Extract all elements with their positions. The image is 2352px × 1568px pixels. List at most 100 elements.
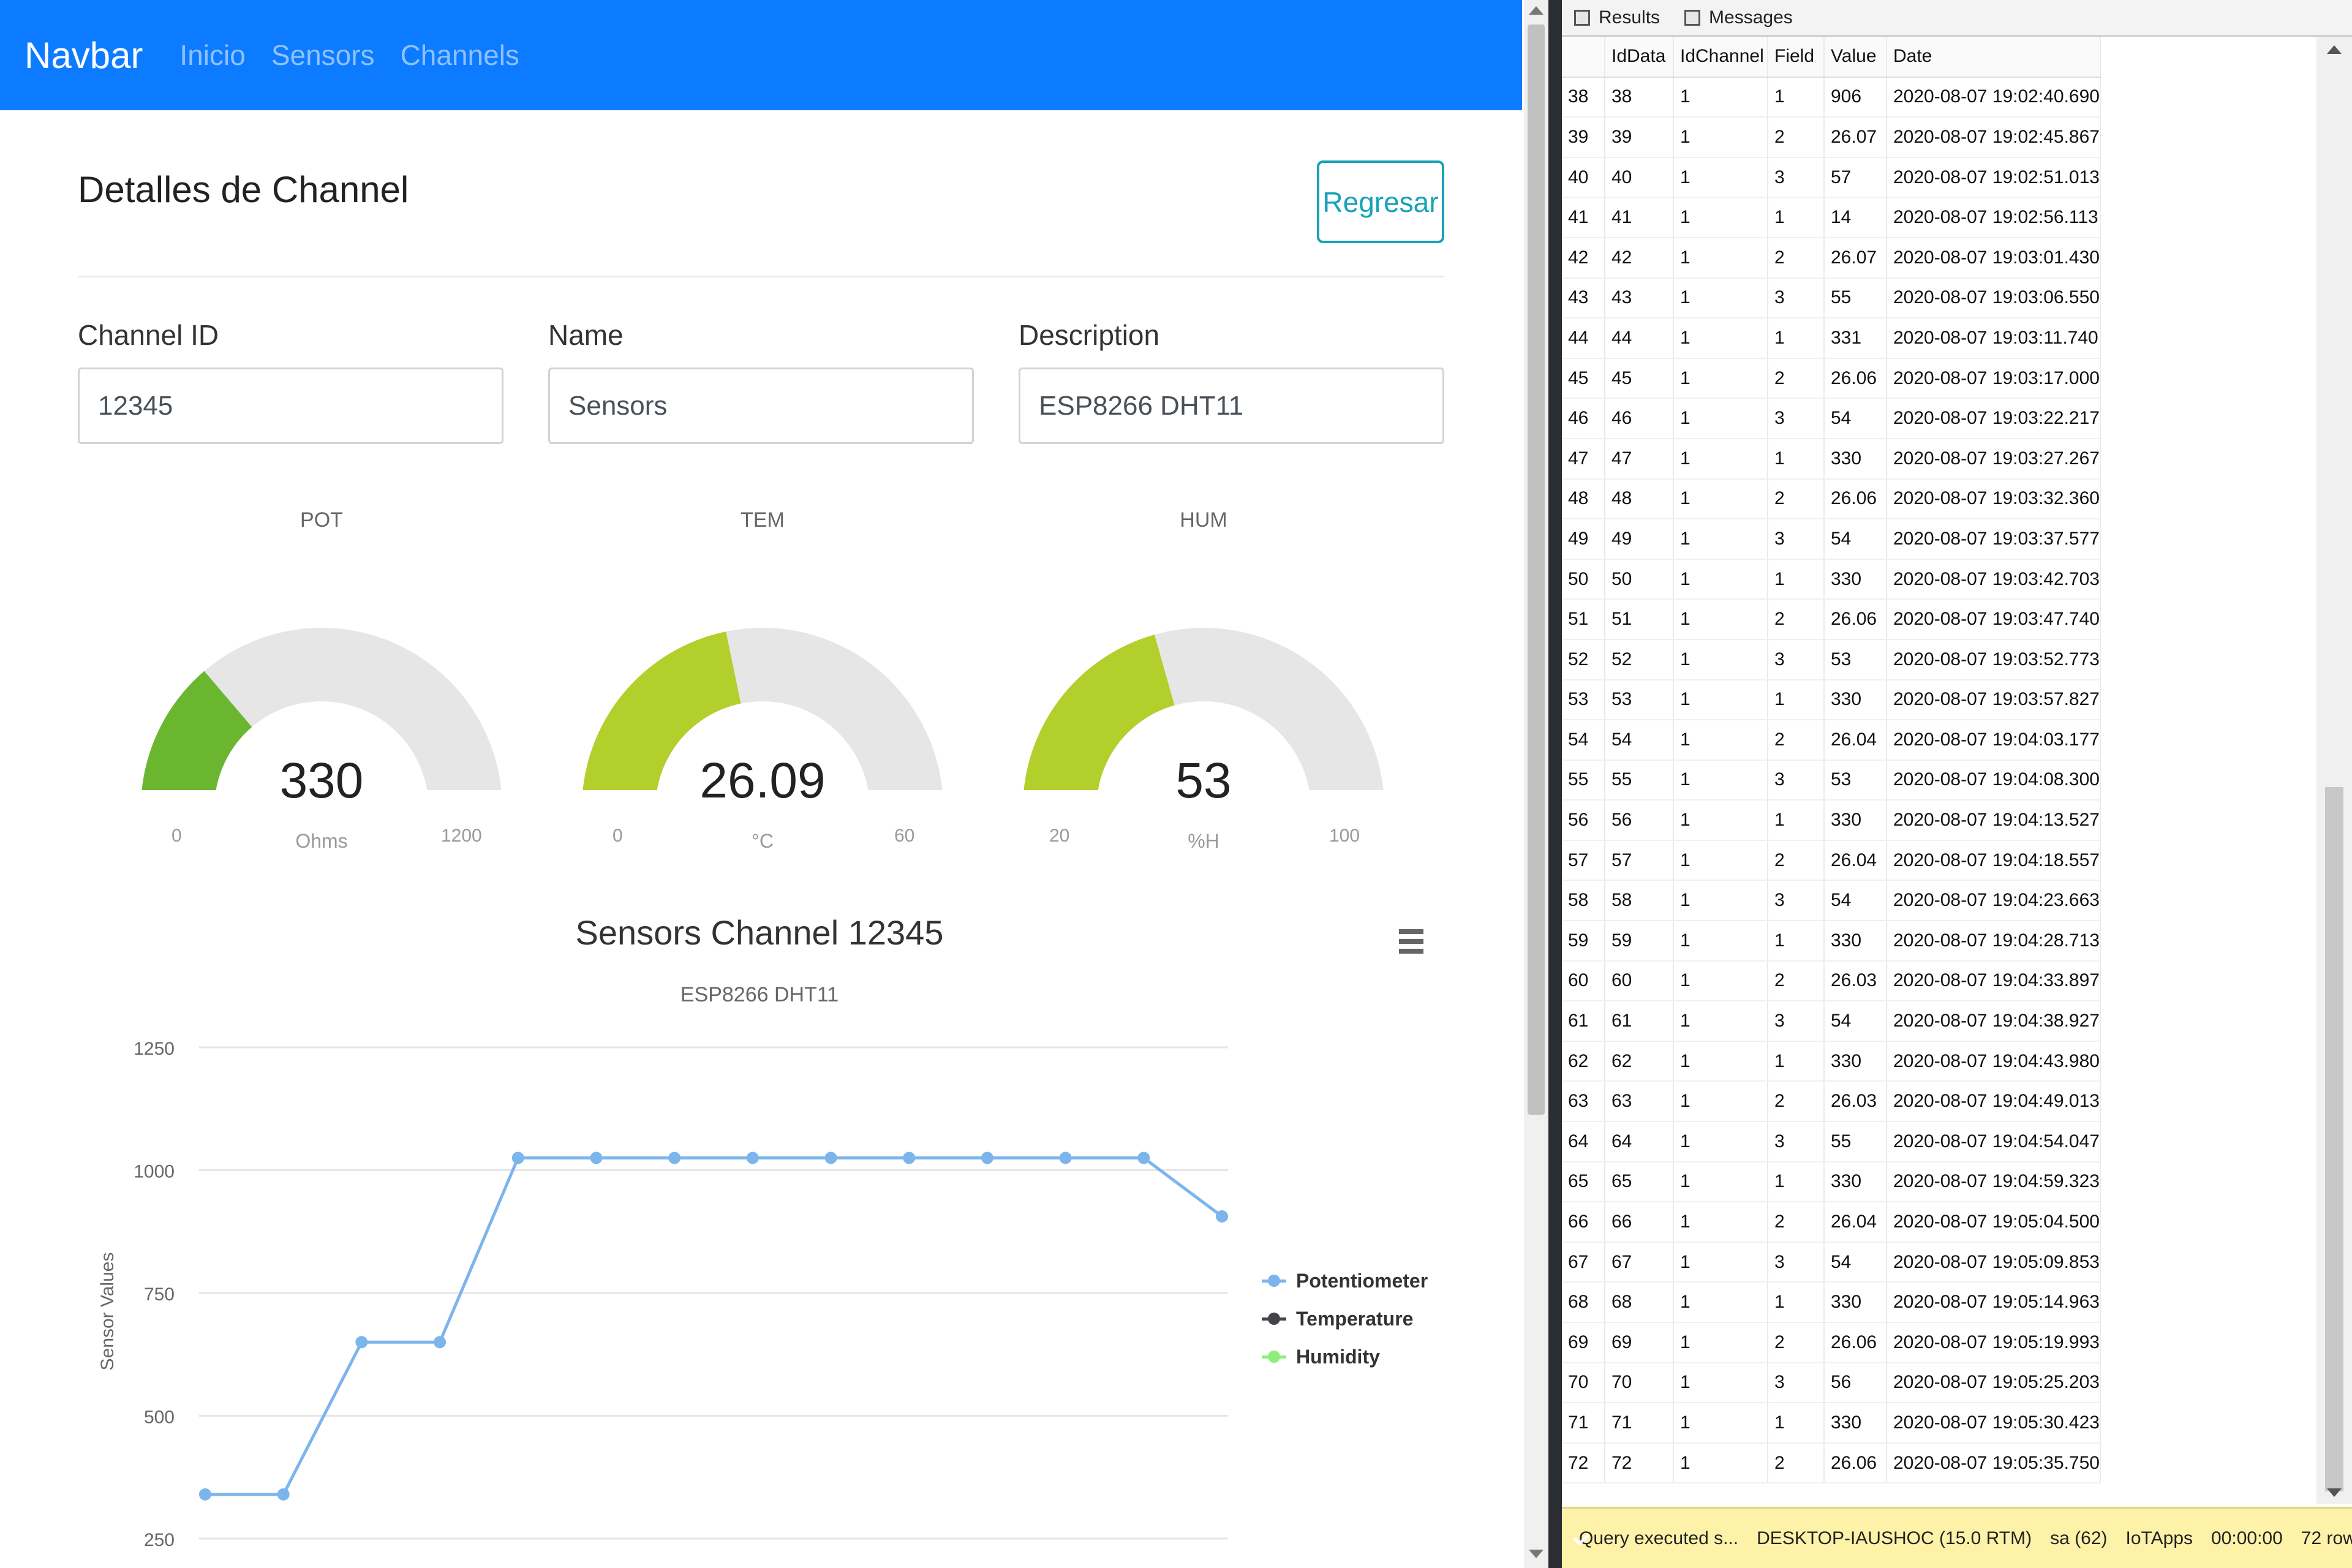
table-row[interactable]: 61 61 1 3 54 2020-08-07 19:04:38.927 [1562,1001,2101,1042]
column-header-field[interactable]: Field [1768,37,1825,78]
row-number-cell[interactable]: 68 [1562,1282,1605,1323]
field-cell[interactable]: 1 [1768,1282,1825,1323]
table-row[interactable]: 46 46 1 3 54 2020-08-07 19:03:22.217 [1562,398,2101,439]
idchannel-cell[interactable]: 1 [1673,760,1768,801]
iddata-cell[interactable]: 39 [1605,117,1674,158]
idchannel-cell[interactable]: 1 [1673,639,1768,680]
idchannel-cell[interactable]: 1 [1673,318,1768,359]
row-number-cell[interactable]: 56 [1562,800,1605,841]
field-cell[interactable]: 2 [1768,358,1825,399]
date-cell[interactable]: 2020-08-07 19:02:56.113 [1887,197,2101,238]
value-cell[interactable]: 26.04 [1824,720,1887,761]
date-cell[interactable]: 2020-08-07 19:04:23.663 [1887,880,2101,922]
nav-link-inicio[interactable]: Inicio [179,39,245,72]
value-cell[interactable]: 53 [1824,639,1887,680]
scroll-down-arrow-icon[interactable] [2327,1488,2342,1497]
row-number-cell[interactable]: 38 [1562,77,1605,118]
table-row[interactable]: 71 71 1 1 330 2020-08-07 19:05:30.423 [1562,1403,2101,1444]
iddata-cell[interactable]: 72 [1605,1442,1674,1484]
row-number-cell[interactable]: 67 [1562,1242,1605,1283]
field-cell[interactable]: 1 [1768,1041,1825,1082]
field-cell[interactable]: 1 [1768,318,1825,359]
value-cell[interactable]: 330 [1824,679,1887,721]
field-cell[interactable]: 1 [1768,921,1825,962]
column-header-rownum[interactable] [1562,37,1605,78]
row-number-cell[interactable]: 72 [1562,1442,1605,1484]
date-cell[interactable]: 2020-08-07 19:05:14.963 [1887,1282,2101,1323]
table-row[interactable]: 57 57 1 2 26.04 2020-08-07 19:04:18.557 [1562,840,2101,881]
date-cell[interactable]: 2020-08-07 19:02:40.690 [1887,77,2101,118]
iddata-cell[interactable]: 55 [1605,760,1674,801]
value-cell[interactable]: 26.06 [1824,1322,1887,1363]
field-cell[interactable]: 1 [1768,800,1825,841]
table-row[interactable]: 48 48 1 2 26.06 2020-08-07 19:03:32.360 [1562,478,2101,520]
row-number-cell[interactable]: 41 [1562,197,1605,238]
row-number-cell[interactable]: 60 [1562,960,1605,1002]
row-number-cell[interactable]: 42 [1562,237,1605,279]
iddata-cell[interactable]: 46 [1605,398,1674,439]
row-number-cell[interactable]: 51 [1562,599,1605,640]
chart-menu-icon[interactable] [1396,927,1426,956]
value-cell[interactable]: 331 [1824,318,1887,359]
field-cell[interactable]: 3 [1768,639,1825,680]
idchannel-cell[interactable]: 1 [1673,1081,1768,1123]
scroll-down-arrow-icon[interactable] [1529,1550,1544,1558]
date-cell[interactable]: 2020-08-07 19:03:57.827 [1887,679,2101,721]
table-row[interactable]: 69 69 1 2 26.06 2020-08-07 19:05:19.993 [1562,1322,2101,1363]
column-header-iddata[interactable]: IdData [1605,37,1674,78]
table-row[interactable]: 38 38 1 1 906 2020-08-07 19:02:40.690 [1562,77,2101,118]
field-cell[interactable]: 1 [1768,559,1825,600]
value-cell[interactable]: 26.04 [1824,840,1887,881]
value-cell[interactable]: 330 [1824,800,1887,841]
table-row[interactable]: 50 50 1 1 330 2020-08-07 19:03:42.703 [1562,559,2101,600]
field-cell[interactable]: 2 [1768,960,1825,1002]
date-cell[interactable]: 2020-08-07 19:03:17.000 [1887,358,2101,399]
data-point[interactable] [434,1336,447,1349]
iddata-cell[interactable]: 52 [1605,639,1674,680]
field-cell[interactable]: 2 [1768,117,1825,158]
iddata-cell[interactable]: 49 [1605,519,1674,560]
row-number-cell[interactable]: 55 [1562,760,1605,801]
channel-id-input[interactable]: 12345 [78,368,503,444]
value-cell[interactable]: 26.07 [1824,237,1887,279]
date-cell[interactable]: 2020-08-07 19:02:45.867 [1887,117,2101,158]
field-cell[interactable]: 3 [1768,1242,1825,1283]
row-number-cell[interactable]: 39 [1562,117,1605,158]
tab-messages[interactable]: Messages [1684,7,1793,28]
nav-link-channels[interactable]: Channels [401,39,519,72]
iddata-cell[interactable]: 69 [1605,1322,1674,1363]
value-cell[interactable]: 26.06 [1824,358,1887,399]
data-point[interactable] [903,1152,916,1164]
field-cell[interactable]: 1 [1768,197,1825,238]
iddata-cell[interactable]: 70 [1605,1362,1674,1404]
row-number-cell[interactable]: 53 [1562,679,1605,721]
field-cell[interactable]: 2 [1768,478,1825,520]
table-row[interactable]: 70 70 1 3 56 2020-08-07 19:05:25.203 [1562,1362,2101,1404]
field-cell[interactable]: 2 [1768,1322,1825,1363]
idchannel-cell[interactable]: 1 [1673,880,1768,922]
idchannel-cell[interactable]: 1 [1673,921,1768,962]
browser-scrollbar[interactable] [1524,0,1548,1568]
legend-item-potentiometer[interactable]: Potentiometer [1262,1262,1428,1300]
row-number-cell[interactable]: 45 [1562,358,1605,399]
idchannel-cell[interactable]: 1 [1673,398,1768,439]
idchannel-cell[interactable]: 1 [1673,720,1768,761]
value-cell[interactable]: 57 [1824,157,1887,198]
iddata-cell[interactable]: 48 [1605,478,1674,520]
idchannel-cell[interactable]: 1 [1673,1362,1768,1404]
date-cell[interactable]: 2020-08-07 19:04:54.047 [1887,1121,2101,1163]
data-point[interactable] [511,1152,524,1164]
date-cell[interactable]: 2020-08-07 19:03:52.773 [1887,639,2101,680]
data-point[interactable] [668,1152,681,1164]
value-cell[interactable]: 26.07 [1824,117,1887,158]
iddata-cell[interactable]: 61 [1605,1001,1674,1042]
field-cell[interactable]: 3 [1768,398,1825,439]
table-row[interactable]: 58 58 1 3 54 2020-08-07 19:04:23.663 [1562,880,2101,922]
field-cell[interactable]: 3 [1768,157,1825,198]
date-cell[interactable]: 2020-08-07 19:03:11.740 [1887,318,2101,359]
table-row[interactable]: 41 41 1 1 14 2020-08-07 19:02:56.113 [1562,197,2101,238]
legend-item-humidity[interactable]: Humidity [1262,1338,1428,1376]
date-cell[interactable]: 2020-08-07 19:04:33.897 [1887,960,2101,1002]
date-cell[interactable]: 2020-08-07 19:04:43.980 [1887,1041,2101,1082]
row-number-cell[interactable]: 46 [1562,398,1605,439]
